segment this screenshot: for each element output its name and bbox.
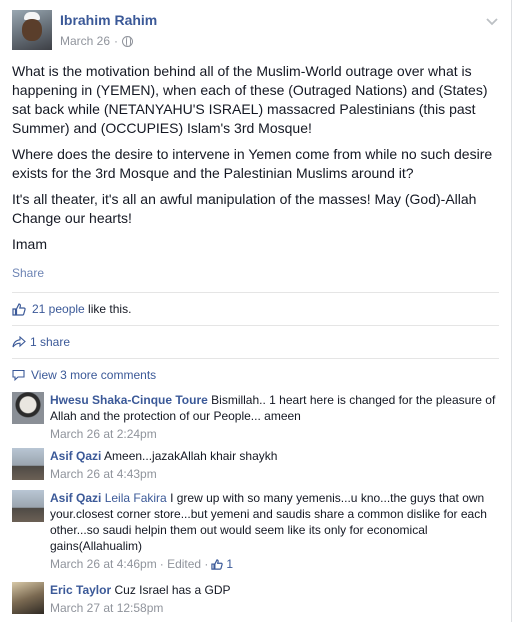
comment-meta: March 26 at 4:43pm [50,466,500,482]
post-paragraph: It's all theater, it's all an awful mani… [12,191,477,226]
comment-time[interactable]: March 26 at 4:43pm [50,466,157,482]
comment-text: Cuz Israel has a GDP [111,583,231,597]
post-paragraph: Where does the desire to intervene in Ye… [12,146,493,181]
comment-edited[interactable]: · Edited · [160,556,209,572]
post-date[interactable]: March 26 [60,34,110,48]
share-arrow-icon [12,336,26,348]
commenter-avatar[interactable] [12,582,44,614]
post-header: Ibrahim Rahim March 26 · [12,10,499,54]
thumbs-up-icon [211,558,224,570]
post-paragraph: What is the motivation behind all of the… [12,63,488,136]
author-name[interactable]: Ibrahim Rahim [60,12,157,28]
comment-meta: March 27 at 12:58pm [50,600,500,616]
comment: Eric Taylor Cuz Israel has a GDP March 2… [12,582,500,618]
likes-row: 21 people like this. [12,302,131,316]
comment-text: Ameen...jazakAllah khair shaykh [101,449,278,463]
post-card: Ibrahim Rahim March 26 · What is the mot… [0,0,512,622]
comment-author[interactable]: Eric Taylor [50,583,111,597]
meta-separator: · [114,34,119,48]
view-more-comments[interactable]: View 3 more comments [12,368,156,382]
post-body: What is the motivation behind all of the… [12,62,500,261]
comment: Asif Qazi Ameen...jazakAllah khair shayk… [12,448,500,484]
globe-icon[interactable] [122,35,134,47]
comment-body: Hwesu Shaka-Cinque Toure Bismillah.. 1 h… [50,392,500,442]
commenter-avatar[interactable] [12,448,44,480]
divider [12,358,499,359]
shares-row[interactable]: 1 share [12,335,70,349]
comment-body: Asif Qazi Ameen...jazakAllah khair shayk… [50,448,500,482]
tagged-user[interactable]: Leila Fakira [105,491,167,505]
likes-suffix: like this. [84,302,132,316]
divider [12,325,499,326]
divider [12,292,499,293]
commenter-avatar[interactable] [12,392,44,424]
commenter-avatar[interactable] [12,490,44,522]
thumbs-up-icon [12,302,26,316]
shares-count[interactable]: 1 share [30,335,70,349]
comment-like-count[interactable]: 1 [226,556,233,572]
post-meta: March 26 · [60,34,134,48]
share-button[interactable]: Share [12,266,44,280]
comment-bubble-icon [12,369,25,381]
view-more-label[interactable]: View 3 more comments [31,368,156,382]
comment-body: Asif Qazi Leila Fakira I grew up with so… [50,490,500,572]
comment: Asif Qazi Leila Fakira I grew up with so… [12,490,500,574]
comment-author[interactable]: Hwesu Shaka-Cinque Toure [50,393,208,407]
comment-time[interactable]: March 27 at 12:58pm [50,600,163,616]
likes-link[interactable]: 21 people [32,302,85,316]
comment-time[interactable]: March 26 at 2:24pm [50,426,157,442]
comment-body: Eric Taylor Cuz Israel has a GDP March 2… [50,582,500,616]
comment-author[interactable]: Asif Qazi [50,449,101,463]
comment-time[interactable]: March 26 at 4:46pm [50,556,157,572]
post-paragraph: Imam [12,236,47,252]
comment-meta: March 26 at 2:24pm [50,426,500,442]
chevron-down-icon[interactable] [485,14,499,28]
comment-meta: March 26 at 4:46pm · Edited · 1 [50,556,500,572]
author-avatar[interactable] [12,10,52,50]
comment-author[interactable]: Asif Qazi [50,491,101,505]
comment: Hwesu Shaka-Cinque Toure Bismillah.. 1 h… [12,392,500,441]
